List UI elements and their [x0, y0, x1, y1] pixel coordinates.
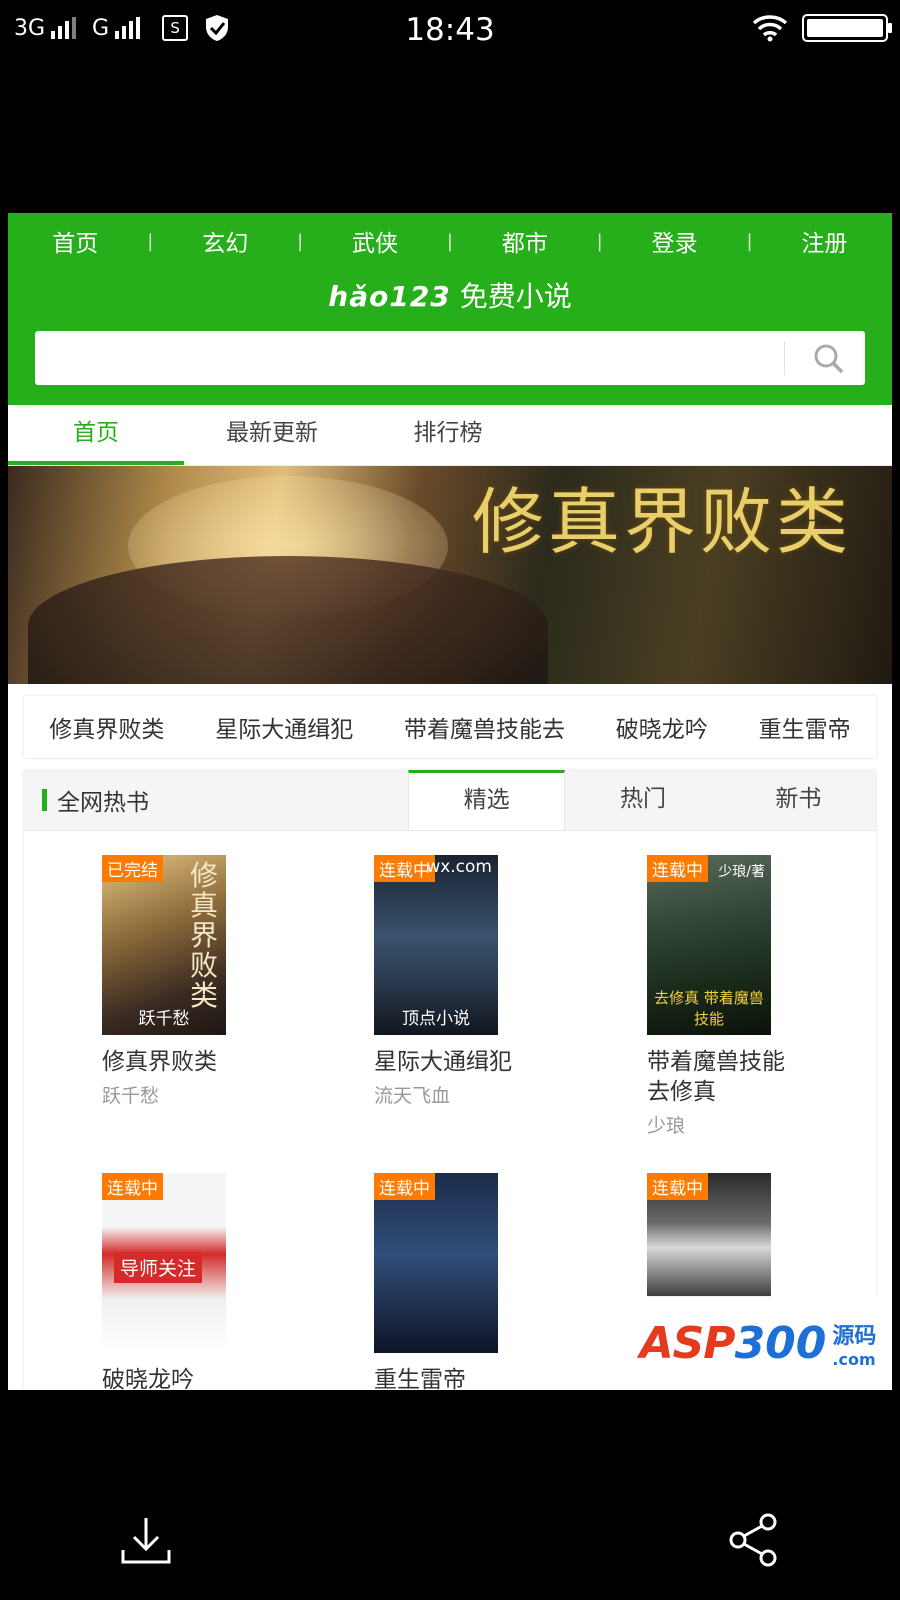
nav-wuxia[interactable]: 武侠	[352, 224, 398, 258]
book-cover[interactable]: 连载中 导师关注	[102, 1173, 226, 1353]
nav-separator: |	[147, 230, 154, 252]
panel-title: 全网热书	[24, 770, 408, 830]
watermark-en: .com	[832, 1349, 876, 1369]
watermark-brand-a: ASP	[639, 1317, 736, 1369]
book-card[interactable]: 连载中 wx.com 顶点小说 星际大通缉犯 流天飞血	[308, 855, 592, 1173]
book-cover[interactable]: 连载中 少琅/著 去修真 带着魔兽技能	[647, 855, 771, 1035]
cover-top-text: wx.com	[426, 857, 492, 877]
status-badge: 连载中	[102, 1173, 163, 1200]
banner-image[interactable]: 修真界败类	[8, 466, 892, 684]
nav-separator: |	[596, 230, 603, 252]
status-bar: 3G G S 18:43	[0, 0, 900, 64]
book-card[interactable]: 连载中 少琅/著 去修真 带着魔兽技能 带着魔兽技能去修真 少琅	[592, 855, 876, 1173]
nav-home[interactable]: 首页	[52, 224, 98, 258]
status-badge: 连载中	[374, 1173, 435, 1200]
book-cover[interactable]: 已完结 修真界败类 跃千愁	[102, 855, 226, 1035]
cover-text: 顶点小说	[402, 1009, 470, 1029]
main-tabs: 首页 最新更新 排行榜	[8, 405, 892, 466]
quick-link[interactable]: 带着魔兽技能去	[404, 710, 565, 744]
status-badge: 已完结	[102, 855, 163, 882]
book-cover[interactable]: 连载中	[374, 1173, 498, 1353]
book-title[interactable]: 修真界败类	[102, 1047, 242, 1077]
cover-text: 去修真 带着魔兽技能	[654, 989, 764, 1028]
book-card[interactable]: 已完结 修真界败类 跃千愁 修真界败类 跃千愁	[24, 855, 308, 1173]
panel-header: 全网热书 精选 热门 新书	[24, 770, 876, 831]
book-title[interactable]: 破晓龙吟	[102, 1365, 242, 1390]
search-divider	[784, 341, 785, 375]
nav-register[interactable]: 注册	[801, 224, 847, 258]
tab-popular[interactable]: 热门	[565, 770, 720, 830]
book-cover[interactable]: 连载中	[647, 1173, 771, 1297]
nav-login[interactable]: 登录	[652, 224, 698, 258]
search-box	[35, 331, 865, 385]
nav-dushi[interactable]: 都市	[502, 224, 548, 258]
book-author: 跃千愁	[102, 1085, 160, 1107]
panel-title-text: 全网热书	[57, 790, 149, 816]
banner-figure	[28, 556, 548, 684]
bottom-action-bar	[0, 1490, 900, 1580]
book-card[interactable]: 连载中 导师关注 破晓龙吟	[24, 1173, 308, 1390]
battery-icon	[802, 14, 892, 42]
banner-title: 修真界败类	[471, 480, 852, 564]
cover-text: 跃千愁	[138, 1009, 190, 1029]
search-icon[interactable]	[811, 341, 847, 377]
book-author: 流天飞血	[374, 1085, 451, 1107]
status-badge: 连载中	[647, 855, 708, 882]
quick-link[interactable]: 重生雷帝	[759, 710, 851, 744]
search-input[interactable]	[35, 331, 789, 385]
tab-latest-updates[interactable]: 最新更新	[184, 405, 360, 465]
cover-title: 修真界败类	[190, 859, 219, 1012]
status-badge: 连载中	[647, 1173, 708, 1200]
logo-brand: hǎo123	[328, 280, 451, 313]
logo-tagline: 免费小说	[459, 280, 572, 313]
wifi-icon	[752, 15, 788, 42]
tab-home[interactable]: 首页	[8, 405, 184, 465]
nav-separator: |	[297, 230, 304, 252]
tab-new-books[interactable]: 新书	[721, 770, 876, 830]
cover-text: 导师关注	[114, 1252, 203, 1283]
quick-link[interactable]: 星际大通缉犯	[215, 710, 353, 744]
cover-top-text: 少琅/著	[718, 864, 765, 880]
tab-featured[interactable]: 精选	[408, 770, 566, 830]
watermark-suffix: 源码 .com	[832, 1318, 876, 1369]
watermark-cn: 源码	[832, 1323, 877, 1349]
top-nav: 首页 | 玄幻 | 武侠 | 都市 | 登录 | 注册	[8, 213, 892, 269]
nav-separator: |	[746, 230, 753, 252]
book-card[interactable]: 连载中 重生雷帝	[308, 1173, 592, 1390]
site-header: 首页 | 玄幻 | 武侠 | 都市 | 登录 | 注册 hǎo123 免费小说	[8, 213, 892, 405]
download-icon[interactable]	[118, 1512, 174, 1568]
nav-xuanhuan[interactable]: 玄幻	[202, 224, 248, 258]
nav-separator: |	[446, 230, 453, 252]
status-right	[752, 14, 892, 42]
web-page: 首页 | 玄幻 | 武侠 | 都市 | 登录 | 注册 hǎo123 免费小说 …	[8, 213, 892, 1390]
book-author: 少琅	[647, 1115, 686, 1137]
book-title[interactable]: 带着魔兽技能去修真	[647, 1047, 787, 1107]
book-cover[interactable]: 连载中 wx.com 顶点小说	[374, 855, 498, 1035]
tab-ranking[interactable]: 排行榜	[360, 405, 536, 465]
watermark-brand-b: 300	[734, 1317, 827, 1369]
share-icon[interactable]	[726, 1512, 782, 1568]
title-marker	[42, 789, 47, 811]
watermark-logo: ASP 300 源码 .com	[624, 1296, 892, 1390]
book-title[interactable]: 重生雷帝	[374, 1365, 514, 1390]
quick-link[interactable]: 修真界败类	[49, 710, 164, 744]
site-logo[interactable]: hǎo123 免费小说	[8, 275, 892, 315]
quick-link[interactable]: 破晓龙吟	[616, 710, 708, 744]
quick-links: 修真界败类 星际大通缉犯 带着魔兽技能去 破晓龙吟 重生雷帝	[24, 696, 876, 758]
book-title[interactable]: 星际大通缉犯	[374, 1047, 514, 1077]
